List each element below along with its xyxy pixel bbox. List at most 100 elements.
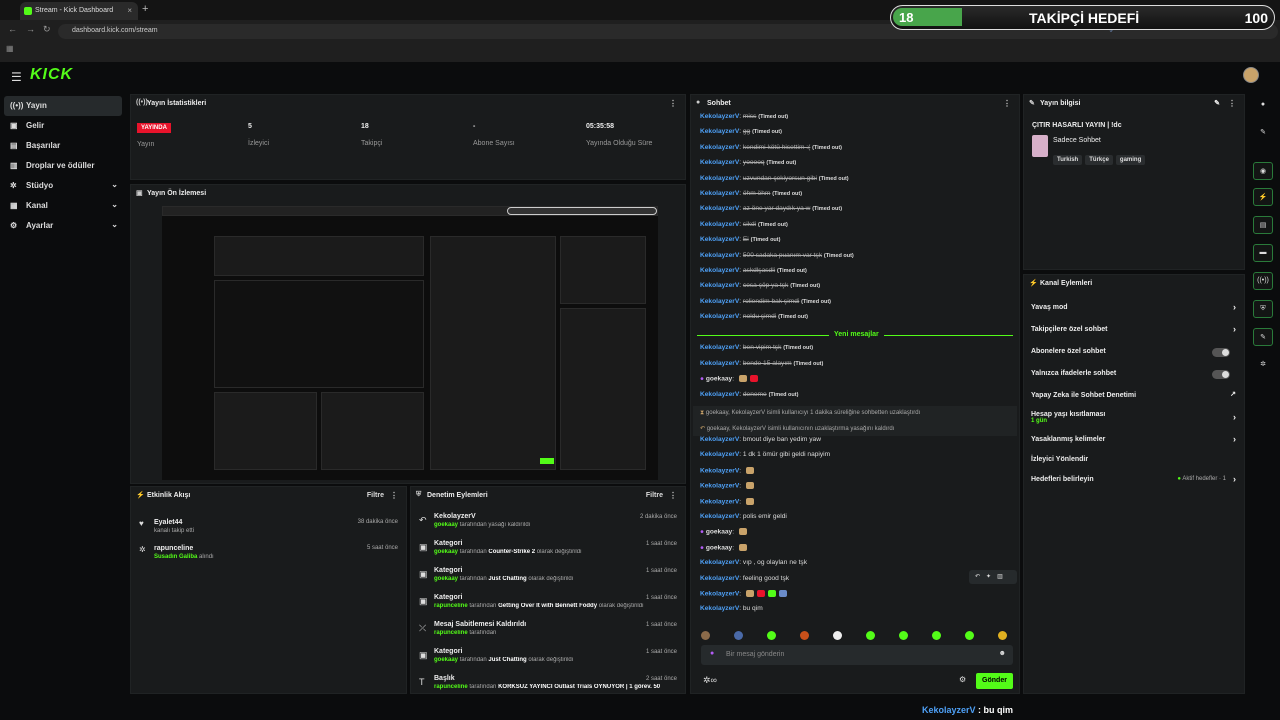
emote-icon[interactable]	[998, 631, 1007, 640]
chat-message[interactable]: KekolayzerV:	[691, 589, 1019, 605]
chat-message[interactable]: ● goekaay:	[691, 543, 1019, 559]
chat-username[interactable]: KekolayzerV	[700, 267, 739, 274]
chat-username[interactable]: KekolayzerV	[700, 575, 739, 582]
chat-username[interactable]: KekolayzerV	[700, 391, 739, 398]
chat-message[interactable]: KekolayzerV: deneme (Timed out)	[691, 391, 1019, 406]
action-banned-words[interactable]: Yasaklanmış kelimeler ›	[1024, 429, 1244, 451]
chat-message[interactable]: KekolayzerV: askdlşasdli (Timed out)	[691, 267, 1019, 282]
emote-icon[interactable]	[767, 631, 776, 640]
edit-icon[interactable]: ✎	[1253, 124, 1273, 142]
emotes-only-toggle[interactable]	[1212, 370, 1230, 379]
emote-icon[interactable]	[734, 631, 743, 640]
chat-message[interactable]: KekolayzerV: cesa çöp ya tşk (Timed out)	[691, 282, 1019, 297]
chat-username[interactable]: KekolayzerV	[700, 144, 739, 151]
chat-username[interactable]: KekolayzerV	[700, 498, 739, 505]
stream-preview-video[interactable]	[162, 206, 658, 480]
emote-icon[interactable]	[932, 631, 941, 640]
filter-button[interactable]: Filtre	[646, 492, 663, 499]
mic-icon[interactable]: ●	[710, 650, 714, 657]
chat-username[interactable]: KekolayzerV	[700, 298, 739, 305]
clipboard-icon[interactable]: ▤	[1253, 216, 1273, 234]
new-tab-button[interactable]: +	[142, 3, 148, 15]
chat-username[interactable]: KekolayzerV	[700, 467, 739, 474]
action-ai-moderation[interactable]: Yapay Zeka ile Sohbet Denetimi ↗	[1024, 385, 1244, 407]
sidebar-item-basarilar[interactable]: ▤ Başarılar	[0, 136, 126, 156]
sidebar-item-droplar[interactable]: ▥ Droplar ve ödüller	[0, 156, 126, 176]
chat-message[interactable]: KekolayzerV:	[691, 466, 1019, 482]
chat-message[interactable]: KekolayzerV:	[691, 497, 1019, 513]
chat-message[interactable]: KekolayzerV: uzvundan çekiyorsun gibi (T…	[691, 175, 1019, 190]
tab-close-icon[interactable]: ×	[127, 6, 132, 15]
chat-username[interactable]: KekolayzerV	[700, 175, 739, 182]
chat-message[interactable]: KekolayzerV: kendimi kötü hisettim :( (T…	[691, 144, 1019, 159]
chat-username[interactable]: KekolayzerV	[700, 590, 739, 597]
emote-icon[interactable]	[866, 631, 875, 640]
chat-username[interactable]: KekolayzerV	[700, 113, 739, 120]
chat-settings-icon[interactable]: ⚙	[959, 675, 966, 684]
chat-message[interactable]: KekolayzerV: roliendim bak şimdi (Timed …	[691, 298, 1019, 313]
chat-username[interactable]: goekaay	[706, 376, 732, 383]
chat-message[interactable]: KekolayzerV: miss (Timed out)	[691, 113, 1019, 128]
chat-username[interactable]: KekolayzerV	[700, 252, 739, 259]
chat-message[interactable]: KekolayzerV: 500 sadaka puanım var tşk (…	[691, 252, 1019, 267]
chat-message[interactable]: KekolayzerV: sikdi (Timed out)	[691, 221, 1019, 236]
sidebar-item-studyo[interactable]: ✲ Stüdyo ⌄	[0, 176, 126, 196]
chat-message[interactable]: KekolayzerV: az öne yar daydık ya w (Tim…	[691, 205, 1019, 220]
sidebar-item-gelir[interactable]: ▣ Gelir	[0, 116, 126, 136]
wrench-icon[interactable]: ✎	[1253, 328, 1273, 346]
chat-username[interactable]: KekolayzerV	[700, 451, 739, 458]
share-icon[interactable]: ✲	[1253, 356, 1273, 374]
subscribers-only-toggle[interactable]	[1212, 348, 1230, 357]
chat-username[interactable]: KekolayzerV	[700, 360, 739, 367]
emote-icon[interactable]	[965, 631, 974, 640]
chat-username[interactable]: KekolayzerV	[700, 313, 739, 320]
user-avatar[interactable]	[1243, 67, 1259, 83]
action-raid[interactable]: İzleyici Yönlendir	[1024, 451, 1244, 469]
delete-icon[interactable]: ▥	[997, 574, 1009, 580]
chat-username[interactable]: KekolayzerV	[700, 344, 739, 351]
chat-username[interactable]: KekolayzerV	[700, 236, 739, 243]
chat-username[interactable]: KekolayzerV	[700, 559, 739, 566]
chat-message[interactable]: KekolayzerV: yooooq (Timed out)	[691, 159, 1019, 174]
kick-logo[interactable]: KICK	[30, 66, 73, 84]
action-goals[interactable]: Hedefleri belirleyin ● Aktif hedefler · 1…	[1024, 469, 1244, 491]
pin-icon[interactable]: ✦	[986, 574, 997, 580]
emote-icon[interactable]	[833, 631, 842, 640]
bot-icon[interactable]: ◉	[1253, 162, 1273, 180]
chat-message[interactable]: KekolayzerV: bu qim	[691, 605, 1019, 620]
more-menu-icon[interactable]: ⋮	[1003, 99, 1011, 108]
chat-username[interactable]: KekolayzerV	[700, 513, 739, 520]
chat-message[interactable]: KekolayzerV: polis emir geldi	[691, 513, 1019, 528]
chat-message[interactable]: ● goekaay:	[691, 528, 1019, 543]
sidebar-item-kanal[interactable]: ▦ Kanal ⌄	[0, 196, 126, 216]
browser-tab[interactable]: Stream - Kick Dashboard ×	[20, 2, 138, 20]
chat-message[interactable]: KekolayzerV: öhm öhm (Timed out)	[691, 190, 1019, 205]
chat-username[interactable]: KekolayzerV	[700, 159, 739, 166]
chat-message[interactable]: KekolayzerV: ben vipim tşk (Timed out)	[691, 344, 1019, 359]
info-icon[interactable]: ●	[1253, 97, 1273, 115]
chat-username[interactable]: KekolayzerV	[700, 128, 739, 135]
sidebar-item-ayarlar[interactable]: ⚙ Ayarlar ⌄	[0, 216, 126, 236]
apps-grid-icon[interactable]: ▦	[6, 44, 14, 53]
chat-message[interactable]: KekolayzerV:	[691, 482, 1019, 497]
emote-icon[interactable]	[701, 631, 710, 640]
chat-username[interactable]: KekolayzerV	[700, 282, 739, 289]
chat-username[interactable]: goekaay	[706, 544, 732, 551]
chat-message[interactable]: KekolayzerV: noldu şimdi (Timed out)	[691, 313, 1019, 328]
chat-username[interactable]: KekolayzerV	[700, 205, 739, 212]
action-account-age[interactable]: Hesap yaşı kısıtlaması 1 gün ›	[1024, 407, 1244, 429]
send-button[interactable]: Gönder	[976, 673, 1013, 689]
action-followers-only[interactable]: Takipçilere özel sohbet ›	[1024, 319, 1244, 341]
emote-icon[interactable]	[899, 631, 908, 640]
emote-icon[interactable]	[800, 631, 809, 640]
chat-username[interactable]: KekolayzerV	[700, 221, 739, 228]
chat-username[interactable]: KekolayzerV	[700, 190, 739, 197]
chat-message[interactable]: KekolayzerV: 1 dk 1 ömür gibi geldi napi…	[691, 451, 1019, 466]
chat-message[interactable]: KekolayzerV: bmout diye ban yedim yaw	[691, 436, 1019, 451]
menu-icon[interactable]: ☰	[11, 70, 22, 84]
chat-username[interactable]: goekaay	[706, 529, 732, 536]
points-icon[interactable]: ✲∞	[703, 675, 717, 686]
chat-input[interactable]: ● Bir mesaj gönderin ☻	[701, 645, 1013, 665]
filter-button[interactable]: Filtre	[367, 492, 384, 499]
sidebar-item-yayin[interactable]: ((•)) Yayın	[4, 96, 122, 116]
